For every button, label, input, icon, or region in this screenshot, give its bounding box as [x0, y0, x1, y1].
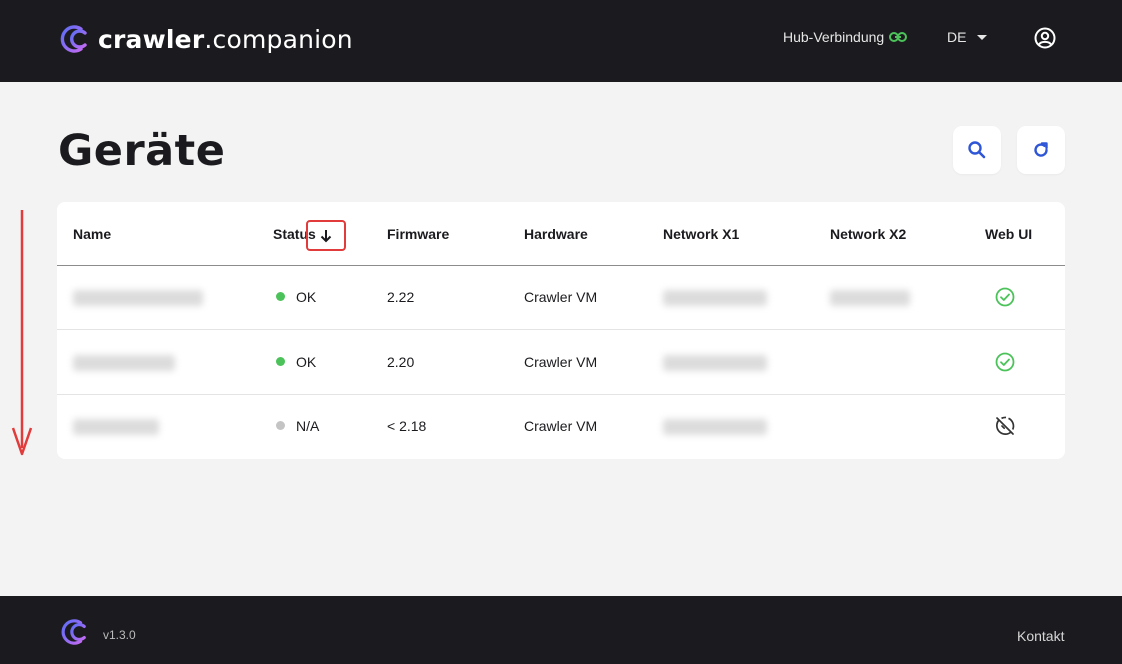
- firmware-cell: 2.22: [387, 289, 415, 305]
- page-title: Geräte: [58, 126, 226, 176]
- check-circle-icon[interactable]: [994, 351, 1016, 373]
- hardware-cell: Crawler VM: [524, 418, 598, 434]
- network-x2-redacted: [830, 290, 910, 306]
- column-header-firmware[interactable]: Firmware: [387, 226, 449, 242]
- status-dot: [276, 421, 285, 430]
- device-name-redacted: [73, 290, 203, 306]
- sort-indicator[interactable]: [306, 220, 346, 251]
- account-icon[interactable]: [1033, 26, 1057, 50]
- chevron-down-icon: [977, 34, 988, 40]
- column-header-hardware[interactable]: Hardware: [524, 226, 588, 242]
- contact-link[interactable]: Kontakt: [1017, 628, 1064, 644]
- check-circle-icon[interactable]: [994, 286, 1016, 308]
- search-button[interactable]: [953, 126, 1001, 174]
- column-header-web-ui[interactable]: Web UI: [985, 226, 1032, 242]
- top-bar: crawler.companion Hub-Verbindung DE: [0, 0, 1122, 82]
- hub-connection-link[interactable]: Hub-Verbindung: [783, 29, 908, 45]
- brand-logo[interactable]: crawler.companion: [57, 24, 353, 54]
- status-cell: N/A: [276, 418, 319, 434]
- status-cell: OK: [276, 289, 316, 305]
- crawler-logo-icon: [60, 25, 87, 53]
- hardware-cell: Crawler VM: [524, 289, 598, 305]
- hardware-cell: Crawler VM: [524, 354, 598, 370]
- column-header-network-x2[interactable]: Network X2: [830, 226, 906, 242]
- version-label: v1.3.0: [103, 628, 136, 642]
- table-row[interactable]: N/A < 2.18 Crawler VM: [57, 395, 1065, 459]
- arrow-down-icon: [320, 229, 332, 242]
- status-dot: [276, 292, 285, 301]
- crawler-logo-icon: [61, 619, 86, 645]
- language-selector[interactable]: DE: [947, 29, 988, 45]
- table-header: Name Status Firmware Hardware Network X1…: [57, 202, 1065, 266]
- status-dot: [276, 357, 285, 366]
- firmware-cell: 2.20: [387, 354, 415, 370]
- language-label: DE: [947, 29, 967, 45]
- table-row[interactable]: OK 2.20 Crawler VM: [57, 331, 1065, 395]
- refresh-button[interactable]: [1017, 126, 1065, 174]
- hub-connection-label: Hub-Verbindung: [783, 29, 885, 45]
- column-header-name[interactable]: Name: [73, 226, 111, 242]
- brand-name: crawler.companion: [98, 24, 353, 54]
- status-text: OK: [296, 289, 317, 305]
- status-text: N/A: [296, 418, 320, 434]
- network-x1-redacted: [663, 419, 767, 435]
- network-x1-redacted: [663, 290, 767, 306]
- search-icon: [968, 141, 986, 159]
- device-name-redacted: [73, 355, 175, 371]
- table-row[interactable]: OK 2.22 Crawler VM: [57, 266, 1065, 330]
- devices-table: Name Status Firmware Hardware Network X1…: [57, 202, 1065, 459]
- refresh-icon: [1034, 142, 1048, 157]
- link-icon: [889, 32, 908, 42]
- network-x1-redacted: [663, 355, 767, 371]
- disabled-circle-icon: [996, 416, 1015, 435]
- status-text: OK: [296, 354, 317, 370]
- firmware-cell: < 2.18: [387, 418, 427, 434]
- status-cell: OK: [276, 354, 316, 370]
- device-name-redacted: [73, 419, 159, 435]
- footer: v1.3.0 Kontakt: [0, 596, 1122, 664]
- sort-direction-annotation-arrow: [11, 210, 33, 456]
- column-header-network-x1[interactable]: Network X1: [663, 226, 739, 242]
